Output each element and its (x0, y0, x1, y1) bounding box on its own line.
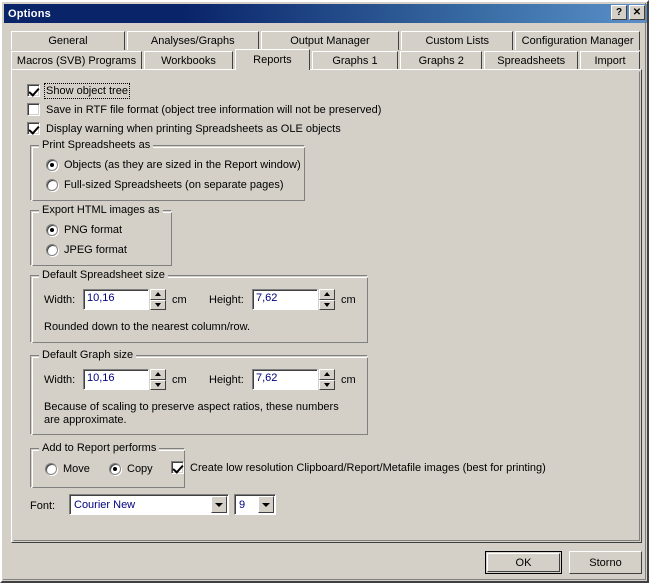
checkbox-label-low-resolution-images: Create low resolution Clipboard/Report/M… (190, 461, 546, 474)
spinner-down-icon-spreadsheet-height[interactable] (319, 299, 335, 310)
title-bar: Options ? ✕ (4, 4, 647, 23)
group-add-to-report-performs: Add to Report performs Move Copy (30, 442, 185, 488)
close-icon[interactable]: ✕ (629, 5, 645, 20)
radio-print-objects[interactable]: Objects (as they are sized in the Report… (46, 159, 301, 171)
spinner-spreadsheet-width[interactable] (150, 289, 166, 310)
input-graph-height[interactable]: 7,62 (252, 369, 318, 390)
unit-spreadsheet-width: cm (172, 294, 187, 306)
checkbox-box-show-object-tree[interactable] (27, 84, 40, 97)
tab-reports[interactable]: Reports (234, 49, 310, 70)
group-print-spreadsheets-as: Print Spreadsheets as Objects (as they a… (30, 139, 305, 201)
ok-button-label: OK (515, 556, 532, 569)
chevron-down-icon-font-size[interactable] (258, 496, 274, 513)
unit-graph-width: cm (172, 374, 187, 386)
group-title-add-to-report-performs: Add to Report performs (39, 442, 160, 454)
tab-row-2: Macros (SVB) Programs Workbooks Reports … (11, 49, 642, 70)
radio-add-to-report-copy[interactable]: Copy (109, 463, 153, 475)
radio-png-format[interactable]: PNG format (46, 224, 122, 236)
tab-macros-svb-programs[interactable]: Macros (SVB) Programs (11, 51, 143, 70)
radio-label-print-full-sized: Full-sized Spreadsheets (on separate pag… (64, 179, 284, 191)
checkbox-box-save-rtf[interactable] (27, 103, 40, 116)
label-spreadsheet-height: Height: (209, 294, 244, 306)
radio-add-to-report-move[interactable]: Move (45, 463, 90, 475)
input-spreadsheet-height[interactable]: 7,62 (252, 289, 318, 310)
radio-button-move[interactable] (45, 463, 57, 475)
checkbox-low-resolution-images[interactable]: Create low resolution Clipboard/Report/M… (171, 461, 546, 474)
spinner-up-icon-spreadsheet-height[interactable] (319, 289, 335, 300)
input-graph-width[interactable]: 10,16 (83, 369, 149, 390)
group-title-default-graph-size: Default Graph size (39, 349, 137, 361)
tab-row-1: General Analyses/Graphs Output Manager C… (11, 29, 642, 50)
note-spreadsheet-size: Rounded down to the nearest column/row. (44, 321, 251, 333)
help-icon[interactable]: ? (611, 5, 627, 20)
unit-graph-height: cm (341, 374, 356, 386)
checkbox-label-save-rtf: Save in RTF file format (object tree inf… (46, 103, 382, 116)
unit-spreadsheet-height: cm (341, 294, 356, 306)
tab-graphs-1[interactable]: Graphs 1 (311, 51, 399, 70)
combo-value-font-size: 9 (239, 498, 246, 511)
checkbox-box-display-warning-ole[interactable] (27, 122, 40, 135)
group-export-html-images-as: Export HTML images as PNG format JPEG fo… (30, 204, 172, 266)
spinner-up-icon-graph-width[interactable] (150, 369, 166, 380)
label-graph-height: Height: (209, 374, 244, 386)
tab-strip: General Analyses/Graphs Output Manager C… (11, 29, 642, 70)
radio-jpeg-format[interactable]: JPEG format (46, 244, 127, 256)
radio-button-print-full-sized[interactable] (46, 179, 58, 191)
group-title-default-spreadsheet-size: Default Spreadsheet size (39, 269, 168, 281)
spinner-graph-width[interactable] (150, 369, 166, 390)
checkbox-show-object-tree[interactable]: Show object tree (27, 82, 130, 99)
radio-button-copy[interactable] (109, 463, 121, 475)
group-default-graph-size: Default Graph size Width: 10,16 cm Heigh… (30, 349, 368, 435)
tab-output-manager[interactable]: Output Manager (260, 31, 400, 50)
tab-spreadsheets[interactable]: Spreadsheets (484, 51, 579, 70)
radio-label-print-objects: Objects (as they are sized in the Report… (64, 159, 301, 171)
combo-font-family[interactable]: Courier New (69, 494, 229, 515)
spinner-down-icon-graph-width[interactable] (150, 379, 166, 390)
radio-button-print-objects[interactable] (46, 159, 58, 171)
tab-general[interactable]: General (11, 31, 125, 50)
group-title-export-html-images-as: Export HTML images as (39, 204, 163, 216)
label-spreadsheet-width: Width: (44, 294, 76, 306)
label-graph-width: Width: (44, 374, 76, 386)
spinner-up-icon-spreadsheet-width[interactable] (150, 289, 166, 300)
tab-graphs-2[interactable]: Graphs 2 (400, 51, 483, 70)
window-title: Options (8, 7, 51, 20)
checkbox-label-display-warning-ole: Display warning when printing Spreadshee… (46, 122, 341, 135)
radio-label-move: Move (63, 463, 90, 475)
ok-button[interactable]: OK (485, 551, 562, 574)
chevron-down-icon-font-family[interactable] (211, 496, 227, 513)
combo-value-font-family: Courier New (74, 498, 136, 511)
combo-font-size[interactable]: 9 (234, 494, 276, 515)
tab-import[interactable]: Import (580, 51, 641, 70)
input-spreadsheet-width[interactable]: 10,16 (83, 289, 149, 310)
cancel-button-label: Storno (589, 556, 622, 569)
spinner-up-icon-graph-height[interactable] (319, 369, 335, 380)
note-graph-size: Because of scaling to preserve aspect ra… (44, 401, 339, 426)
tab-analyses-graphs[interactable]: Analyses/Graphs (126, 31, 259, 50)
spinner-down-icon-spreadsheet-width[interactable] (150, 299, 166, 310)
radio-button-png-format[interactable] (46, 224, 58, 236)
radio-label-jpeg-format: JPEG format (64, 244, 127, 256)
label-font: Font: (30, 500, 56, 512)
checkbox-display-warning-ole[interactable]: Display warning when printing Spreadshee… (27, 122, 341, 135)
checkbox-box-low-resolution-images[interactable] (171, 461, 184, 474)
tab-workbooks[interactable]: Workbooks (144, 51, 233, 70)
radio-button-jpeg-format[interactable] (46, 244, 58, 256)
spinner-spreadsheet-height[interactable] (319, 289, 335, 310)
radio-print-full-sized[interactable]: Full-sized Spreadsheets (on separate pag… (46, 179, 284, 191)
tab-configuration-manager[interactable]: Configuration Manager (515, 31, 640, 50)
reports-tab-page: Show object tree Save in RTF file format… (11, 69, 642, 543)
group-default-spreadsheet-size: Default Spreadsheet size Width: 10,16 cm… (30, 269, 368, 343)
checkbox-label-show-object-tree: Show object tree (44, 82, 130, 99)
spinner-graph-height[interactable] (319, 369, 335, 390)
checkbox-save-rtf[interactable]: Save in RTF file format (object tree inf… (27, 103, 381, 116)
spinner-down-icon-graph-height[interactable] (319, 379, 335, 390)
tab-custom-lists[interactable]: Custom Lists (401, 31, 514, 50)
group-title-print-spreadsheets-as: Print Spreadsheets as (39, 139, 154, 151)
options-dialog: Options ? ✕ General Analyses/Graphs Outp… (0, 0, 649, 583)
radio-label-copy: Copy (127, 463, 153, 475)
radio-label-png-format: PNG format (64, 224, 123, 236)
title-bar-buttons: ? ✕ (611, 5, 645, 20)
cancel-button[interactable]: Storno (569, 551, 642, 574)
